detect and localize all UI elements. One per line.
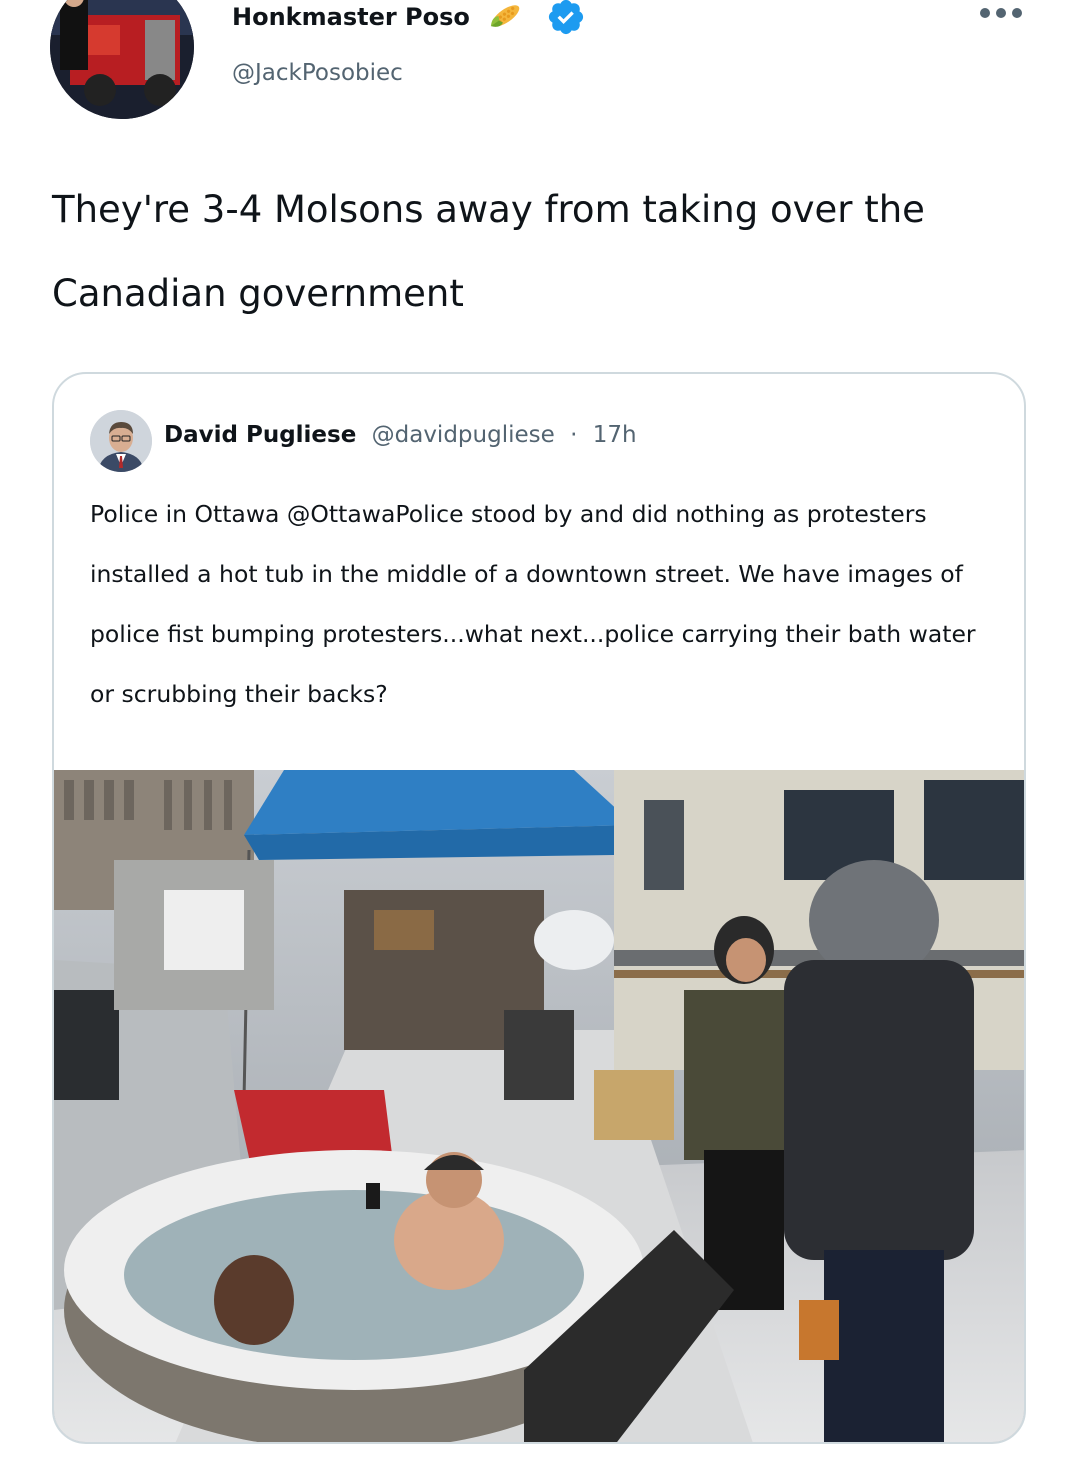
quoted-header: David Pugliese @davidpugliese · 17h <box>164 422 637 448</box>
author-name-row: Honkmaster Poso <box>232 0 590 37</box>
separator-dot: · <box>570 422 578 448</box>
quoted-tweet-photo[interactable] <box>54 770 1026 1444</box>
more-options-icon[interactable] <box>978 6 1024 20</box>
author-handle[interactable]: @JackPosobiec <box>232 60 403 86</box>
quoted-author-name[interactable]: David Pugliese <box>164 422 356 448</box>
quoted-timestamp[interactable]: 17h <box>593 422 637 448</box>
quoted-tweet-card[interactable]: David Pugliese @davidpugliese · 17h Poli… <box>52 372 1026 1444</box>
quoted-tweet-text: Police in Ottawa @OttawaPolice stood by … <box>90 500 976 708</box>
quoted-author-avatar[interactable] <box>90 410 152 472</box>
avatar-photo <box>50 0 194 119</box>
quoted-author-handle[interactable]: @davidpugliese <box>372 422 555 448</box>
verified-badge-icon[interactable] <box>542 0 590 37</box>
avatar-photo <box>90 410 152 472</box>
corn-icon <box>490 5 520 27</box>
author-avatar[interactable] <box>50 0 194 119</box>
tweet-text: They're 3-4 Molsons away from taking ove… <box>52 188 925 315</box>
author-display-name[interactable]: Honkmaster Poso <box>232 3 470 31</box>
